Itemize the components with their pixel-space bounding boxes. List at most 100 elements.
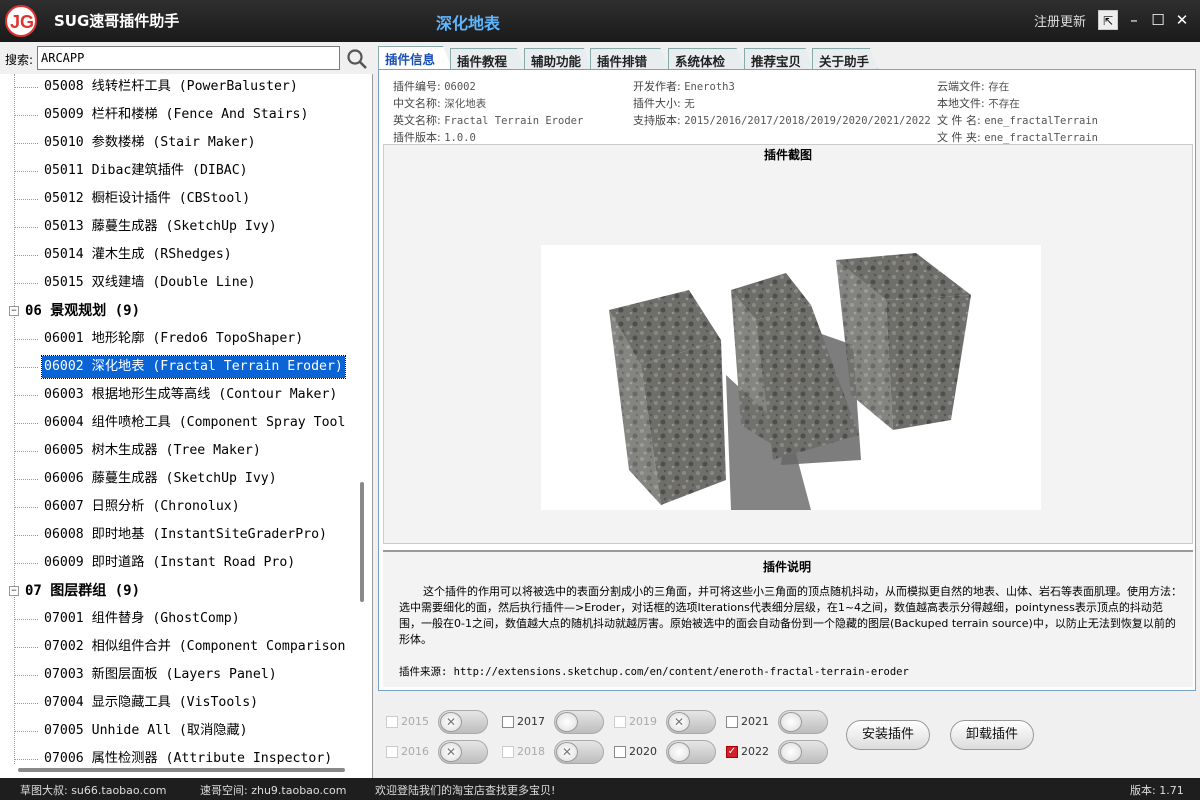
- tree-item[interactable]: 07004 显示隐藏工具 (VisTools): [42, 692, 260, 714]
- screenshot-section: 插件截图: [383, 144, 1193, 544]
- tree-category[interactable]: 07 图层群组 (9): [25, 580, 140, 602]
- tab-5[interactable]: 推荐宝贝: [744, 48, 814, 70]
- status-shop-1[interactable]: 草图大叔: su66.taobao.com: [20, 782, 166, 798]
- tree-item[interactable]: 07005 Unhide All (取消隐藏): [42, 720, 250, 742]
- version-year-label: 2022: [741, 745, 769, 758]
- tree-branch-line: [14, 339, 38, 340]
- version-checkbox-2016: 2016: [386, 744, 429, 762]
- plugin-source: 插件来源: http://extensions.sketchup.com/en/…: [399, 666, 909, 678]
- tree-item[interactable]: 05009 栏杆和楼梯 (Fence And Stairs): [42, 104, 310, 126]
- version-checkbox-2022[interactable]: ✓ 2022: [726, 744, 769, 762]
- plugin-screenshot-image: [541, 245, 1041, 510]
- tab-3[interactable]: 插件排错: [590, 48, 670, 70]
- search-input[interactable]: [37, 46, 340, 70]
- info-supported-versions: 支持版本: 2015/2016/2017/2018/2019/2020/2021…: [633, 114, 931, 127]
- checkbox-icon: [502, 746, 514, 758]
- tree-item[interactable]: 07001 组件替身 (GhostComp): [42, 608, 242, 630]
- tree-item[interactable]: 07003 新图层面板 (Layers Panel): [42, 664, 279, 686]
- info-english-name: 英文名称: Fractal Terrain Eroder: [393, 114, 584, 127]
- info-local-file: 本地文件: 不存在: [937, 97, 1020, 110]
- tree-vertical-scrollbar[interactable]: [360, 482, 364, 602]
- description-title: 插件说明: [763, 560, 812, 574]
- checkbox-icon: [614, 716, 626, 728]
- info-file-name: 文 件 名: ene_fractalTerrain: [937, 114, 1098, 127]
- resize-icon[interactable]: ⇱: [1098, 10, 1118, 30]
- tree-item[interactable]: 07006 属性检测器 (Attribute Inspector): [42, 748, 334, 764]
- version-year-label: 2021: [741, 715, 769, 728]
- checked-icon: ✓: [726, 746, 738, 758]
- tree-branch-line: [14, 563, 38, 564]
- tree-branch-line: [14, 143, 38, 144]
- tab-2[interactable]: 辅助功能: [524, 48, 592, 70]
- tree-branch-line: [14, 703, 38, 704]
- tree-item[interactable]: 06004 组件喷枪工具 (Component Spray Tool: [42, 412, 347, 434]
- tree-item[interactable]: 05012 橱柜设计插件 (CBStool): [42, 188, 252, 210]
- version-controls: 安装插件 卸载插件 2015 ✕ 2016 ✕ 2017 2018 ✕ 2019 ✕ 2020 20…: [378, 698, 1196, 776]
- version-year-label: 2019: [629, 715, 657, 728]
- tree-item[interactable]: 06008 即时地基 (InstantSiteGraderPro): [42, 524, 329, 546]
- screenshot-title: 插件截图: [764, 148, 813, 162]
- tree-branch-line: [14, 87, 38, 88]
- tree-horizontal-scrollbar[interactable]: [18, 768, 345, 772]
- tree-item[interactable]: 05015 双线建墙 (Double Line): [42, 272, 258, 294]
- tree-branch-line: [14, 255, 38, 256]
- version-checkbox-2019: 2019: [614, 714, 657, 732]
- tree-item[interactable]: 05014 灌木生成 (RShedges): [42, 244, 234, 266]
- tree-item[interactable]: 06007 日照分析 (Chronolux): [42, 496, 242, 518]
- version-year-label: 2015: [401, 715, 429, 728]
- version-toggle-2015[interactable]: ✕: [438, 710, 488, 734]
- search-icon[interactable]: [346, 48, 368, 70]
- tree-item[interactable]: 06009 即时道路 (Instant Road Pro): [42, 552, 297, 574]
- status-shop-2[interactable]: 速哥空间: zhu9.taobao.com: [200, 782, 346, 798]
- description-text: 这个插件的作用可以将被选中的表面分割成小的三角面，并可将这些小三角面的顶点随机抖…: [399, 585, 1182, 646]
- tree-category[interactable]: 06 景观规划 (9): [25, 300, 140, 322]
- version-toggle-2019[interactable]: ✕: [666, 710, 716, 734]
- version-checkbox-2015: 2015: [386, 714, 429, 732]
- tree-branch-line: [14, 227, 38, 228]
- tree-branch-line: [14, 283, 38, 284]
- tree-item[interactable]: 05011 Dibac建筑插件 (DIBAC): [42, 160, 250, 182]
- tree-item[interactable]: 05010 参数楼梯 (Stair Maker): [42, 132, 258, 154]
- collapse-icon[interactable]: −: [9, 306, 19, 316]
- minimize-button[interactable]: –: [1124, 10, 1144, 30]
- tree-item[interactable]: 05008 线转栏杆工具 (PowerBaluster): [42, 76, 300, 98]
- version-toggle-2018[interactable]: ✕: [554, 740, 604, 764]
- tree-item[interactable]: 06006 藤蔓生成器 (SketchUp Ivy): [42, 468, 279, 490]
- version-toggle-2017[interactable]: [554, 710, 604, 734]
- window-title: 深化地表: [436, 14, 501, 33]
- tree-item[interactable]: 06002 深化地表 (Fractal Terrain Eroder): [41, 355, 346, 379]
- tree-branch-line: [14, 507, 38, 508]
- toggle-knob-icon: [556, 712, 578, 732]
- tree-item[interactable]: 07002 相似组件合并 (Component Comparison: [42, 636, 347, 658]
- version-toggle-2021[interactable]: [778, 710, 828, 734]
- tab-1[interactable]: 插件教程: [450, 48, 526, 70]
- tree-item[interactable]: 05013 藤蔓生成器 (SketchUp Ivy): [42, 216, 279, 238]
- tree-item[interactable]: 06005 树木生成器 (Tree Maker): [42, 440, 263, 462]
- tree-guide-line: [14, 74, 15, 764]
- register-update-link[interactable]: 注册更新: [1034, 11, 1086, 30]
- version-toggle-2022[interactable]: [778, 740, 828, 764]
- install-plugin-button[interactable]: 安装插件: [846, 720, 930, 750]
- collapse-icon[interactable]: −: [9, 586, 19, 596]
- close-button[interactable]: ✕: [1172, 10, 1192, 30]
- version-toggle-2016[interactable]: ✕: [438, 740, 488, 764]
- uninstall-plugin-button[interactable]: 卸载插件: [950, 720, 1034, 750]
- tree-branch-line: [14, 395, 38, 396]
- tree-item[interactable]: 06001 地形轮廓 (Fredo6 TopoShaper): [42, 328, 305, 350]
- tree-branch-line: [14, 171, 38, 172]
- maximize-button[interactable]: ☐: [1148, 10, 1168, 30]
- tree-branch-line: [14, 479, 38, 480]
- tree-branch-line: [14, 199, 38, 200]
- tab-4[interactable]: 系统体检: [668, 48, 746, 70]
- search-row: 搜索:: [0, 42, 373, 74]
- info-chinese-name: 中文名称: 深化地表: [393, 97, 487, 110]
- version-checkbox-2021[interactable]: 2021: [726, 714, 769, 732]
- status-welcome: 欢迎登陆我们的淘宝店查找更多宝贝!: [375, 784, 556, 797]
- tree-item[interactable]: 06003 根据地形生成等高线 (Contour Maker): [42, 384, 339, 406]
- version-checkbox-2017[interactable]: 2017: [502, 714, 545, 732]
- version-checkbox-2020[interactable]: 2020: [614, 744, 657, 762]
- tree-branch-line: [14, 759, 38, 760]
- version-toggle-2020[interactable]: [666, 740, 716, 764]
- tab-0[interactable]: 插件信息: [378, 46, 452, 70]
- tab-6[interactable]: 关于助手: [812, 48, 878, 70]
